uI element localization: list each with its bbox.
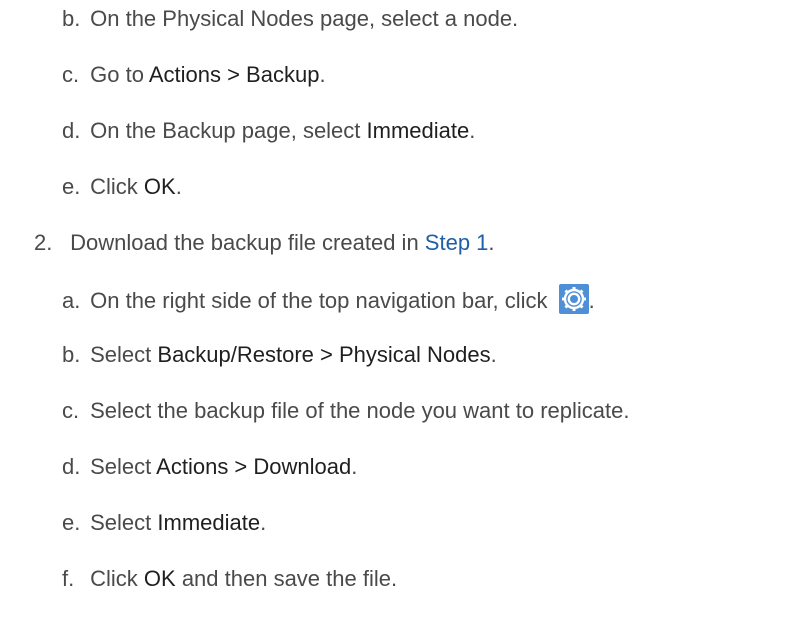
item-marker: c. bbox=[62, 398, 80, 423]
item-marker: d. bbox=[62, 118, 81, 143]
list-item: e. Select Immediate. bbox=[62, 508, 266, 538]
ui-option-immediate: Immediate bbox=[157, 510, 261, 535]
item-punct: . bbox=[588, 288, 595, 313]
item-text: On the Backup page, select bbox=[90, 118, 367, 143]
item-text: Click bbox=[90, 566, 144, 591]
list-item: c. Go to Actions > Backup. bbox=[62, 60, 326, 90]
item-text: Select bbox=[90, 454, 157, 479]
item-text: Select bbox=[90, 342, 158, 367]
item-punct: . bbox=[175, 174, 182, 199]
item-punct: . bbox=[260, 510, 267, 535]
ui-path-backup-restore: Backup/Restore > Physical Nodes bbox=[157, 342, 491, 367]
item-marker: f. bbox=[62, 566, 75, 591]
item-marker: e. bbox=[62, 510, 81, 535]
ui-path-actions-backup: Actions > Backup bbox=[148, 62, 320, 87]
list-item: d. On the Backup page, select Immediate. bbox=[62, 116, 475, 146]
item-marker: b. bbox=[62, 6, 81, 31]
list-item: b. Select Backup/Restore > Physical Node… bbox=[62, 340, 497, 370]
item-marker: 2. bbox=[34, 230, 53, 255]
item-text: On the Physical Nodes page, select a nod… bbox=[90, 6, 519, 31]
item-punct: . bbox=[469, 118, 476, 143]
ui-button-ok: OK bbox=[143, 566, 176, 591]
ui-button-ok: OK bbox=[143, 174, 176, 199]
gear-icon bbox=[558, 284, 589, 314]
item-punct: . bbox=[319, 62, 326, 87]
item-text: Download the backup file created in bbox=[70, 230, 425, 255]
item-text: Go to bbox=[90, 62, 149, 87]
step-1-link[interactable]: Step 1 bbox=[425, 230, 489, 255]
item-marker: c. bbox=[62, 62, 80, 87]
list-item: f. Click OK and then save the file. bbox=[62, 564, 397, 594]
item-marker: e. bbox=[62, 174, 81, 199]
item-punct: . bbox=[488, 230, 495, 255]
list-item: a. On the right side of the top navigati… bbox=[62, 284, 595, 316]
item-marker: d. bbox=[62, 454, 81, 479]
item-marker: a. bbox=[62, 288, 81, 313]
item-text: Select bbox=[90, 510, 158, 535]
ui-option-immediate: Immediate bbox=[366, 118, 470, 143]
list-item: d. Select Actions > Download. bbox=[62, 452, 357, 482]
item-text: and then save the file. bbox=[175, 566, 398, 591]
list-item: b. On the Physical Nodes page, select a … bbox=[62, 4, 518, 34]
item-text: On the right side of the top navigation … bbox=[90, 288, 554, 313]
list-item: c. Select the backup file of the node yo… bbox=[62, 396, 629, 426]
item-marker: b. bbox=[62, 342, 81, 367]
item-punct: . bbox=[490, 342, 497, 367]
item-text: Click bbox=[90, 174, 144, 199]
ui-path-actions-download: Actions > Download bbox=[156, 454, 352, 479]
list-item: e. Click OK. bbox=[62, 172, 182, 202]
list-item-step-2: 2. Download the backup file created in S… bbox=[34, 228, 495, 258]
item-text: Select the backup file of the node you w… bbox=[90, 398, 630, 423]
item-punct: . bbox=[351, 454, 358, 479]
